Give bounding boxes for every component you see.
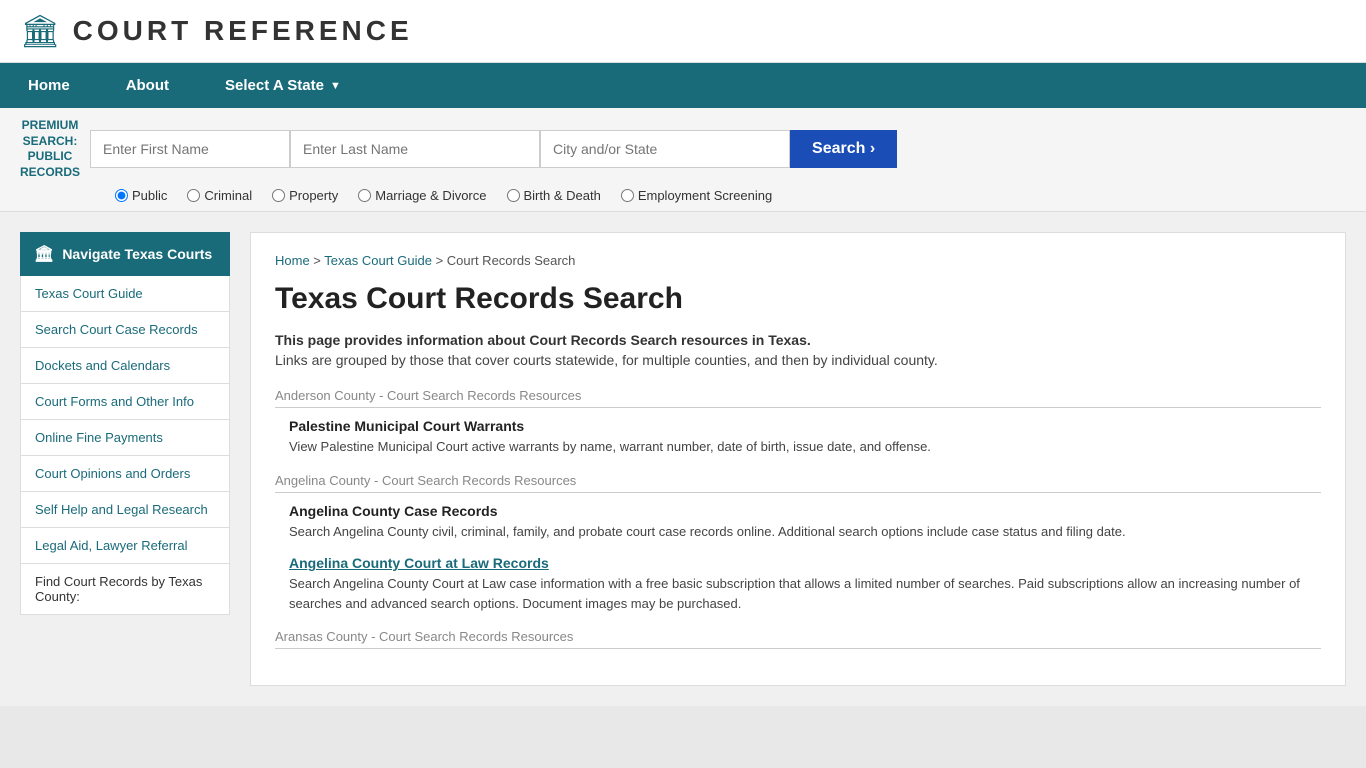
county-anderson: Anderson County - Court Search Records R… (275, 388, 1321, 457)
nav-about[interactable]: About (98, 63, 197, 108)
sidebar-header[interactable]: 🏛 Navigate Texas Courts (20, 232, 230, 276)
radio-property[interactable]: Property (272, 188, 338, 203)
sidebar-header-label: Navigate Texas Courts (62, 246, 212, 262)
city-state-input[interactable] (540, 130, 790, 168)
last-name-input[interactable] (290, 130, 540, 168)
county-aransas-header: Aransas County - Court Search Records Re… (275, 629, 1321, 649)
search-button[interactable]: Search › (790, 130, 897, 168)
breadcrumb-home[interactable]: Home (275, 253, 310, 268)
sidebar-item-case-records[interactable]: Search Court Case Records (20, 312, 230, 348)
radio-public[interactable]: Public (115, 188, 167, 203)
courthouse-icon: 🏛 (34, 244, 54, 264)
sidebar-footer-text: Find Court Records by Texas County: (20, 564, 230, 615)
main-area: 🏛 Navigate Texas Courts Texas Court Guid… (0, 212, 1366, 706)
main-nav: Home About Select A State ▼ (0, 63, 1366, 108)
county-aransas: Aransas County - Court Search Records Re… (275, 629, 1321, 649)
radio-birth-death[interactable]: Birth & Death (507, 188, 601, 203)
breadcrumb-current: Court Records Search (447, 253, 576, 268)
resource-palestine-warrants: Palestine Municipal Court Warrants View … (275, 418, 1321, 457)
county-anderson-header: Anderson County - Court Search Records R… (275, 388, 1321, 408)
record-type-radios: Public Criminal Property Marriage & Divo… (115, 188, 1346, 203)
radio-employment-screening[interactable]: Employment Screening (621, 188, 772, 203)
intro-bold: This page provides information about Cou… (275, 332, 1321, 348)
site-header: 🏛 COURT REFERENCE (0, 0, 1366, 63)
angelina-court-law-link[interactable]: Angelina County Court at Law Records (289, 555, 549, 571)
premium-label: PREMIUM SEARCH: PUBLIC RECORDS (20, 118, 80, 180)
sidebar-item-dockets[interactable]: Dockets and Calendars (20, 348, 230, 384)
resource-desc-palestine: View Palestine Municipal Court active wa… (289, 437, 1321, 457)
sidebar-item-court-forms[interactable]: Court Forms and Other Info (20, 384, 230, 420)
resource-title-palestine: Palestine Municipal Court Warrants (289, 418, 1321, 434)
page-title: Texas Court Records Search (275, 282, 1321, 316)
first-name-input[interactable] (90, 130, 290, 168)
content-area: Home > Texas Court Guide > Court Records… (250, 232, 1346, 686)
resource-desc-angelina-case: Search Angelina County civil, criminal, … (289, 522, 1321, 542)
sidebar-item-legal-aid[interactable]: Legal Aid, Lawyer Referral (20, 528, 230, 564)
intro-text: Links are grouped by those that cover co… (275, 352, 1321, 368)
chevron-down-icon: ▼ (330, 80, 341, 92)
resource-angelina-case: Angelina County Case Records Search Ange… (275, 503, 1321, 542)
site-title: COURT REFERENCE (73, 15, 413, 47)
resource-desc-angelina-law: Search Angelina County Court at Law case… (289, 574, 1321, 613)
sidebar-item-opinions[interactable]: Court Opinions and Orders (20, 456, 230, 492)
sidebar: 🏛 Navigate Texas Courts Texas Court Guid… (20, 232, 230, 686)
resource-title-angelina-case: Angelina County Case Records (289, 503, 1321, 519)
sidebar-item-fine-payments[interactable]: Online Fine Payments (20, 420, 230, 456)
search-bar: PREMIUM SEARCH: PUBLIC RECORDS Search › … (0, 108, 1366, 212)
resource-angelina-court-at-law: Angelina County Court at Law Records Sea… (275, 555, 1321, 613)
resource-title-angelina-law: Angelina County Court at Law Records (289, 555, 1321, 571)
radio-marriage-divorce[interactable]: Marriage & Divorce (358, 188, 486, 203)
logo-icon: 🏛 (20, 12, 61, 50)
sidebar-item-self-help[interactable]: Self Help and Legal Research (20, 492, 230, 528)
nav-home[interactable]: Home (0, 63, 98, 108)
county-angelina: Angelina County - Court Search Records R… (275, 473, 1321, 614)
county-angelina-header: Angelina County - Court Search Records R… (275, 473, 1321, 493)
radio-criminal[interactable]: Criminal (187, 188, 252, 203)
nav-select-state[interactable]: Select A State ▼ (197, 63, 369, 108)
breadcrumb-state[interactable]: Texas Court Guide (324, 253, 432, 268)
breadcrumb: Home > Texas Court Guide > Court Records… (275, 253, 1321, 268)
sidebar-item-court-guide[interactable]: Texas Court Guide (20, 276, 230, 312)
